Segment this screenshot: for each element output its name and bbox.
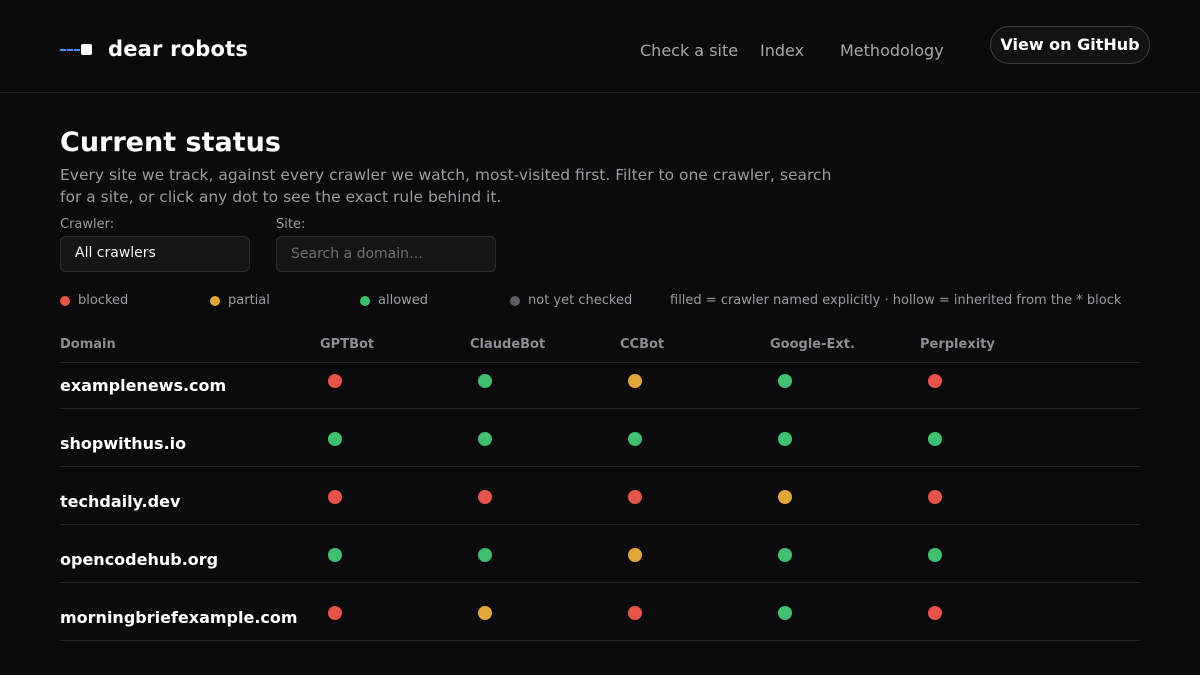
page-description: Every site we track, against every crawl… xyxy=(60,166,832,206)
status-dot-partial[interactable] xyxy=(628,548,642,562)
view-on-github-button[interactable]: View on GitHub xyxy=(990,26,1150,64)
nav-index[interactable]: Index xyxy=(760,41,804,60)
legend-note: filled = crawler named explicitly · holl… xyxy=(670,293,1122,308)
logo-icon[interactable] xyxy=(60,44,94,56)
status-dot-partial[interactable] xyxy=(628,374,642,388)
legend-unchecked-label: not yet checked xyxy=(528,293,633,308)
status-dot-allowed[interactable] xyxy=(778,374,792,388)
status-dot-allowed[interactable] xyxy=(778,606,792,620)
status-dot-allowed[interactable] xyxy=(478,548,492,562)
page-title: Current status xyxy=(60,127,281,158)
status-dot-allowed[interactable] xyxy=(328,432,342,446)
table-header-divider xyxy=(60,362,1140,363)
status-dot-blocked[interactable] xyxy=(928,490,942,504)
domain-cell[interactable]: techdaily.dev xyxy=(60,492,180,511)
brand-name[interactable]: dear robots xyxy=(108,37,248,61)
legend-unchecked: not yet checked xyxy=(510,293,632,308)
row-divider xyxy=(60,466,1140,467)
row-divider xyxy=(60,640,1140,641)
column-header-claudebot: ClaudeBot xyxy=(470,337,546,352)
crawler-select[interactable]: All crawlers xyxy=(60,236,250,272)
legend-unchecked-dot xyxy=(510,295,520,306)
legend-partial-dot xyxy=(210,295,220,306)
status-dot-blocked[interactable] xyxy=(328,374,342,388)
nav-methodology[interactable]: Methodology xyxy=(840,41,944,60)
legend-allowed: allowed xyxy=(360,293,428,308)
status-dot-blocked[interactable] xyxy=(328,606,342,620)
status-dot-blocked[interactable] xyxy=(928,606,942,620)
status-dot-partial[interactable] xyxy=(478,606,492,620)
status-dot-allowed[interactable] xyxy=(478,374,492,388)
logo-square xyxy=(81,44,92,55)
top-bar: dear robots Check a site Index Methodolo… xyxy=(0,0,1200,93)
domain-cell[interactable]: examplenews.com xyxy=(60,376,226,395)
status-dot-blocked[interactable] xyxy=(628,606,642,620)
legend-blocked: blocked xyxy=(60,293,128,308)
status-dot-allowed[interactable] xyxy=(778,548,792,562)
domain-cell[interactable]: shopwithus.io xyxy=(60,434,186,453)
status-dot-allowed[interactable] xyxy=(778,432,792,446)
status-dot-allowed[interactable] xyxy=(628,432,642,446)
row-divider xyxy=(60,524,1140,525)
legend-partial: partial xyxy=(210,293,270,308)
row-divider xyxy=(60,408,1140,409)
domain-cell[interactable]: morningbriefexample.com xyxy=(60,608,298,627)
column-header-perplexity: Perplexity xyxy=(920,337,995,352)
site-filter-label: Site: xyxy=(276,217,306,232)
legend-blocked-dot xyxy=(60,295,70,306)
domain-cell[interactable]: opencodehub.org xyxy=(60,550,218,569)
logo-dashed-line xyxy=(60,49,80,51)
legend-allowed-dot xyxy=(360,295,370,306)
status-dot-allowed[interactable] xyxy=(478,432,492,446)
legend-blocked-label: blocked xyxy=(78,293,129,308)
status-dot-allowed[interactable] xyxy=(928,432,942,446)
crawler-filter-label: Crawler: xyxy=(60,217,115,232)
status-dot-blocked[interactable] xyxy=(478,490,492,504)
site-search-input[interactable] xyxy=(276,236,496,272)
status-dot-allowed[interactable] xyxy=(328,548,342,562)
status-dot-blocked[interactable] xyxy=(328,490,342,504)
status-dot-allowed[interactable] xyxy=(928,548,942,562)
legend-allowed-label: allowed xyxy=(378,293,429,308)
column-header-ccbot: CCBot xyxy=(620,337,665,352)
status-dot-partial[interactable] xyxy=(778,490,792,504)
legend-partial-label: partial xyxy=(228,293,270,308)
row-divider xyxy=(60,582,1140,583)
status-dot-blocked[interactable] xyxy=(928,374,942,388)
column-header-google-ext: Google-Ext. xyxy=(770,337,855,352)
column-header-gptbot: GPTBot xyxy=(320,337,375,352)
nav-check-a-site[interactable]: Check a site xyxy=(640,41,738,60)
column-header-domain: Domain xyxy=(60,337,116,352)
status-dot-blocked[interactable] xyxy=(628,490,642,504)
